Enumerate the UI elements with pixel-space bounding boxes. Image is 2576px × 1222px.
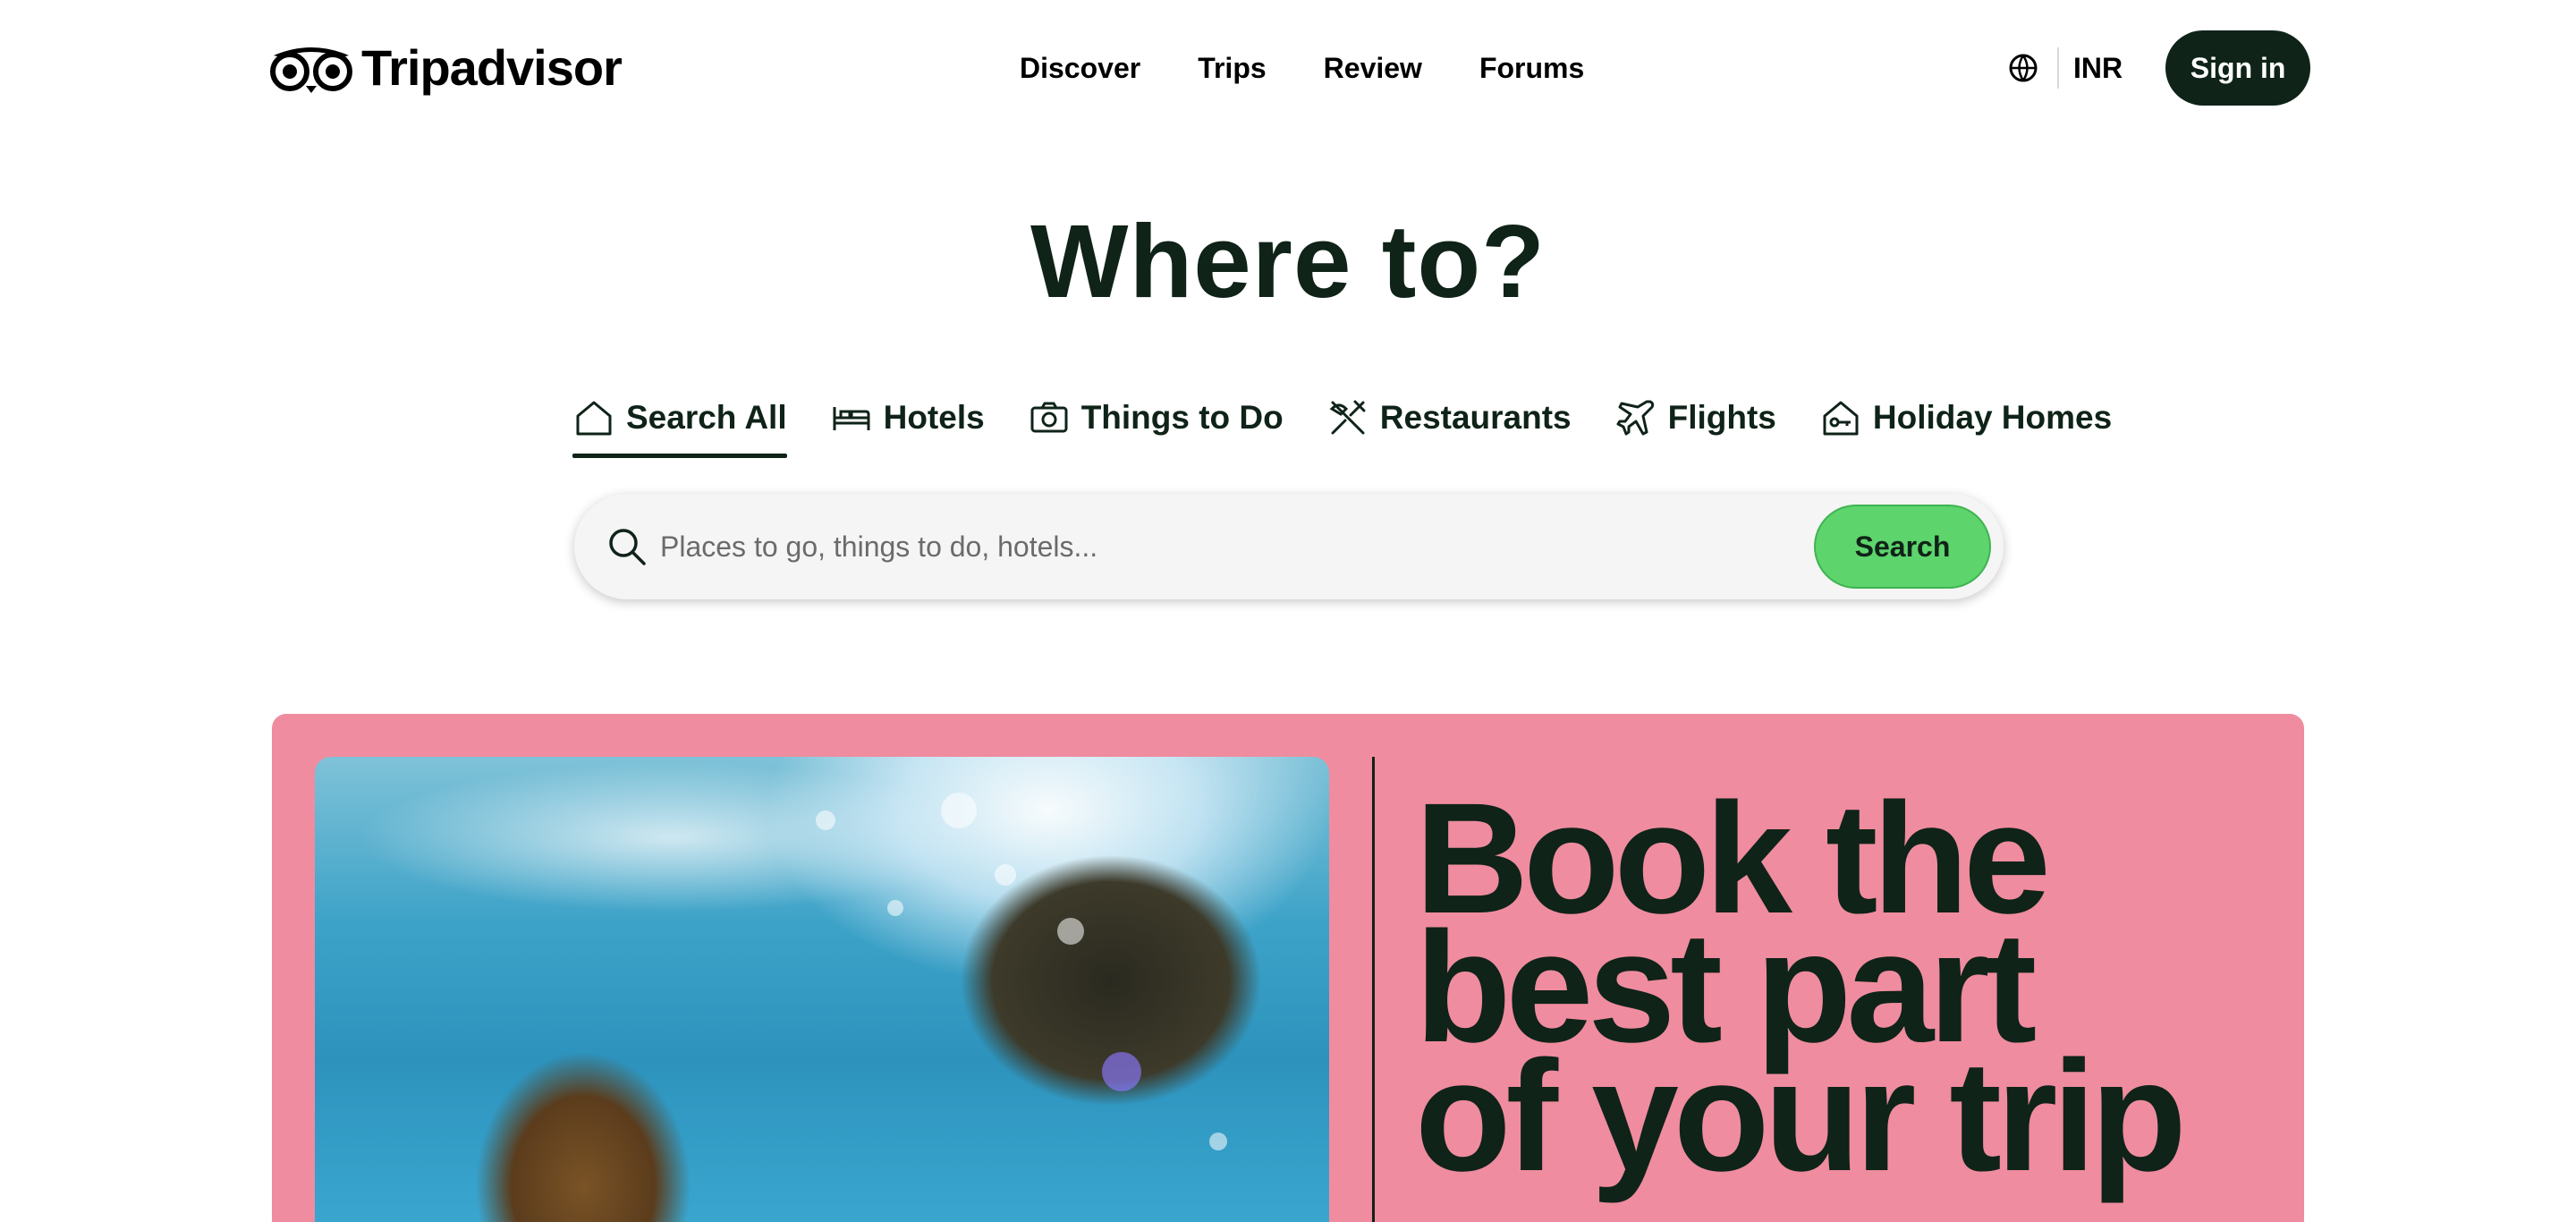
bubble [887,900,903,916]
owl-eyes-icon [270,47,352,93]
promo-banner: Book the best part of your trip [272,714,2304,1222]
search-input[interactable] [660,517,1492,576]
bubble [941,793,977,828]
tab-label: Holiday Homes [1872,399,2113,436]
site-header: Tripadvisor Discover Trips Review Forums… [0,0,2576,134]
bubble [816,810,835,830]
tab-label: Restaurants [1379,399,1572,436]
search-icon [609,529,646,565]
bubble [995,864,1016,886]
page-title: Where to? [1030,203,1546,319]
sign-in-button[interactable]: Sign in [2165,30,2311,106]
nav-discover[interactable]: Discover [1020,52,1140,85]
home-icon [572,396,615,439]
header-divider [2057,47,2059,89]
promo-divider [1372,757,1375,1222]
header-actions: INR Sign in [2004,30,2311,106]
search-button[interactable]: Search [1814,505,1991,589]
main-nav: Discover Trips Review Forums [1020,43,1584,93]
tab-holiday-homes[interactable]: Holiday Homes [1819,392,2112,444]
bubble [1209,1133,1227,1150]
bubble [1057,918,1084,945]
tab-things-to-do[interactable]: Things to Do [1028,392,1284,444]
nav-forums[interactable]: Forums [1479,52,1584,85]
snorkeling-photo [315,757,1329,1222]
headline-line: of your trip [1415,1029,2187,1204]
globe-icon[interactable] [2004,48,2043,88]
tab-label: Hotels [883,399,985,436]
utensils-icon [1326,396,1369,439]
plane-icon [1614,396,1657,439]
nav-review[interactable]: Review [1324,52,1422,85]
tab-label: Flights [1667,399,1776,436]
tab-hotels[interactable]: Hotels [830,392,985,444]
nav-trips[interactable]: Trips [1198,52,1266,85]
promo-headline: Book the best part of your trip [1415,780,2274,1204]
camera-icon [1028,396,1071,439]
tab-restaurants[interactable]: Restaurants [1326,392,1572,444]
house-key-icon [1819,396,1862,439]
tab-search-all[interactable]: Search All [572,392,787,458]
logo-text: Tripadvisor [361,39,623,96]
bed-icon [830,396,873,439]
bubble [1102,1052,1141,1091]
tab-label: Things to Do [1080,399,1284,436]
search-category-tabs: Search All Hotels Things to Do Restauran… [572,392,2112,460]
tab-flights[interactable]: Flights [1614,392,1776,444]
search-bar: Search [574,494,2004,599]
currency-selector[interactable]: INR [2073,52,2123,85]
tripadvisor-logo[interactable]: Tripadvisor [270,39,623,97]
tab-label: Search All [626,399,787,436]
